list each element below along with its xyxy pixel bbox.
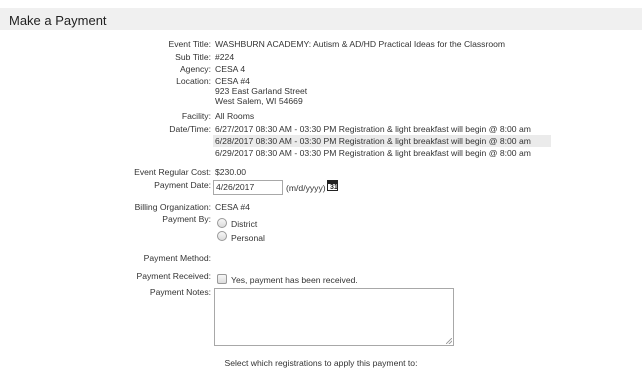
datetime-row: 6/29/2017 08:30 AM - 03:30 PM Registrati… [215, 148, 531, 158]
registrations-prompt: Select which registrations to apply this… [224, 358, 418, 368]
billing-org-value: CESA #4 [215, 202, 250, 212]
location-line: CESA #4 [215, 76, 250, 86]
location-label: Location: [176, 76, 211, 86]
payment-date-input[interactable]: 4/26/2017 [213, 180, 283, 195]
billing-org-label: Billing Organization: [134, 202, 211, 212]
payment-date-label: Payment Date: [154, 180, 211, 190]
page-header: Make a Payment [0, 8, 642, 30]
payment-by-label: Payment By: [162, 214, 211, 224]
date-format-hint: (m/d/yyyy) [286, 183, 326, 193]
regular-cost-label: Event Regular Cost: [134, 167, 211, 177]
regular-cost-value: $230.00 [215, 167, 247, 177]
datetime-row: 6/27/2017 08:30 AM - 03:30 PM Registrati… [215, 124, 531, 134]
payment-received-checkbox-label: Yes, payment has been received. [231, 275, 358, 285]
payment-method-label: Payment Method: [143, 253, 211, 263]
datetime-label: Date/Time: [169, 124, 211, 134]
district-radio-label: District [231, 219, 258, 229]
resize-grip-icon[interactable] [446, 338, 452, 344]
location-line: 923 East Garland Street [215, 86, 308, 96]
page-title: Make a Payment [9, 13, 107, 28]
sub-title-value: #224 [215, 52, 235, 62]
payment-notes-label: Payment Notes: [149, 287, 211, 297]
agency-value: CESA 4 [215, 64, 246, 74]
payment-received-checkbox[interactable] [217, 274, 227, 284]
event-title-value: WASHBURN ACADEMY: Autism & AD/HD Practic… [215, 39, 506, 49]
facility-value: All Rooms [215, 111, 255, 121]
datetime-row: 6/28/2017 08:30 AM - 03:30 PM Registrati… [213, 135, 551, 147]
facility-label: Facility: [181, 111, 211, 121]
location-line: West Salem, WI 54669 [215, 96, 303, 106]
personal-radio[interactable] [217, 231, 227, 241]
payment-received-label: Payment Received: [136, 271, 211, 281]
agency-label: Agency: [179, 64, 211, 74]
event-title-label: Event Title: [168, 39, 211, 49]
district-radio[interactable] [217, 218, 227, 228]
sub-title-label: Sub Title: [175, 52, 211, 62]
calendar-icon[interactable]: 31 [327, 180, 338, 191]
payment-notes-textarea[interactable] [214, 288, 454, 346]
personal-radio-label: Personal [231, 233, 265, 243]
datetime-list: 6/27/2017 08:30 AM - 03:30 PM Registrati… [213, 123, 551, 159]
